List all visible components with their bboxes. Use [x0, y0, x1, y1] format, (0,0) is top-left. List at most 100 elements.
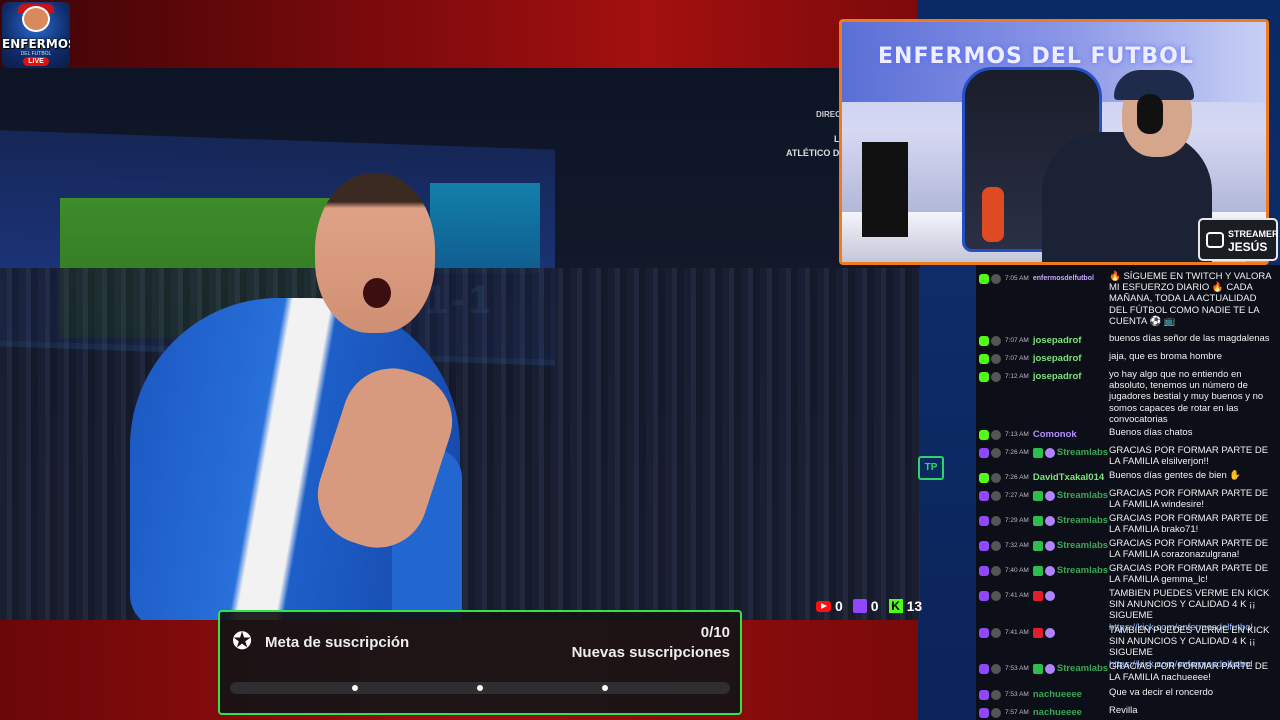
- chat-message-meta: 7:13 AM Comonok: [979, 429, 1077, 440]
- chat-timestamp: 7:26 AM: [1005, 474, 1029, 481]
- kick-icon: [979, 429, 989, 440]
- live-badge: LIVE: [23, 57, 49, 66]
- partner-badge-icon: [1044, 447, 1055, 458]
- avatar: [991, 273, 1001, 284]
- chat-username[interactable]: Streamlabs: [1057, 540, 1108, 551]
- avatar: [991, 447, 1001, 458]
- avatar: [991, 515, 1001, 526]
- avatar: [991, 663, 1001, 674]
- live-label: DIREC: [816, 110, 841, 119]
- chat-username[interactable]: Streamlabs: [1057, 490, 1108, 501]
- chat-message-text: buenos días señor de las magdalenas: [1109, 333, 1270, 344]
- chat-message-meta: 7:32 AM Streamlabs: [979, 540, 1108, 551]
- twitch-icon: [979, 707, 989, 718]
- chat-message-meta: 7:41 AM: [979, 627, 1055, 638]
- verified-badge-icon: [1032, 663, 1043, 674]
- top-banner: [0, 0, 920, 68]
- verified-badge-icon: [1032, 447, 1043, 458]
- broadcaster-badge-icon: [1032, 627, 1043, 638]
- microphone-icon: [982, 187, 1004, 242]
- twitch-icon: [852, 599, 867, 613]
- chat-message-meta: 7:07 AM josepadrof: [979, 353, 1081, 364]
- headset-icon: [1137, 94, 1163, 134]
- chat-username[interactable]: DavidTxakal014: [1033, 472, 1104, 483]
- chat-message-meta: 7:53 AM nachueeee: [979, 689, 1082, 700]
- kick-icon: [979, 472, 989, 483]
- chat-message-text: GRACIAS POR FORMAR PARTE DE LA FAMILIA w…: [1109, 488, 1269, 511]
- chat-message-meta: 7:05 AM enfermosdelfutbol: [979, 273, 1094, 284]
- logo-mascot-icon: [22, 6, 50, 32]
- chat-message-text: Revilla: [1109, 705, 1138, 716]
- chat-message-text: jaja, que es broma hombre: [1109, 351, 1223, 362]
- youtube-viewers: 0: [835, 598, 843, 614]
- chat-username[interactable]: Comonok: [1033, 429, 1077, 440]
- goal-milestone-dot: [352, 685, 358, 691]
- chat-timestamp: 7:13 AM: [1005, 431, 1029, 438]
- chat-message-meta: 7:41 AM: [979, 590, 1055, 601]
- streamer-figure: [1042, 132, 1212, 262]
- streamer-name-tag: STREAMER JESÚS: [1198, 218, 1279, 261]
- chat-username[interactable]: josepadrof: [1033, 335, 1082, 346]
- chat-timestamp: 7:05 AM: [1005, 275, 1029, 282]
- chat-username[interactable]: Streamlabs: [1057, 663, 1108, 674]
- chat-username[interactable]: Streamlabs: [1057, 565, 1108, 576]
- player-mouth: [363, 278, 391, 308]
- broadcast-video[interactable]: 1-1 DIREC L ATLÉTICO DE I: [0, 68, 920, 620]
- avatar: [991, 429, 1001, 440]
- avatar: [991, 707, 1001, 718]
- twitch-icon: [979, 663, 989, 674]
- chat-timestamp: 7:41 AM: [1005, 592, 1029, 599]
- tp-badge: TP: [918, 456, 944, 480]
- kick-icon: [979, 335, 989, 346]
- chat-message-meta: 7:26 AM DavidTxakal014: [979, 472, 1104, 483]
- youtube-icon: [816, 600, 831, 612]
- kick-icon: K: [888, 599, 903, 613]
- goal-progress-bar: [230, 682, 730, 694]
- twitch-icon: [979, 565, 989, 576]
- chat-timestamp: 7:32 AM: [1005, 542, 1029, 549]
- subscription-goal: ✪ Meta de suscripción 0/10 Nuevas suscri…: [218, 610, 742, 715]
- twitch-icon: [979, 447, 989, 458]
- chat-message-meta: 7:27 AM Streamlabs: [979, 490, 1108, 501]
- partner-badge-icon: [1044, 515, 1055, 526]
- chat-timestamp: 7:41 AM: [1005, 629, 1029, 636]
- chat-message-text: Que va decir el roncerdo: [1109, 687, 1214, 698]
- chat-username[interactable]: nachueeee: [1033, 707, 1082, 718]
- twitch-icon: [979, 540, 989, 551]
- chat-timestamp: 7:53 AM: [1005, 665, 1029, 672]
- camera-icon: [1206, 232, 1224, 248]
- streamer-tag-line-2: JESÚS: [1228, 240, 1268, 254]
- stadium-scoreboard: [430, 183, 540, 273]
- kick-viewers: 13: [906, 598, 923, 614]
- twitch-icon: [979, 490, 989, 501]
- chat-timestamp: 7:12 AM: [1005, 373, 1029, 380]
- chat-username[interactable]: enfermosdelfutbol: [1033, 273, 1094, 284]
- chat-username[interactable]: josepadrof: [1033, 353, 1082, 364]
- partner-badge-icon: [1044, 540, 1055, 551]
- goal-milestone-dot: [602, 685, 608, 691]
- chat-message-text: 🔥 SÍGUEME EN TWITCH Y VALORA MI ESFUERZO…: [1109, 271, 1272, 327]
- chat-message-text: yo hay algo que no entiendo en absoluto,…: [1109, 369, 1264, 425]
- chat-username[interactable]: nachueeee: [1033, 689, 1082, 700]
- chat-timestamp: 7:29 AM: [1005, 517, 1029, 524]
- chat-message-text: GRACIAS POR FORMAR PARTE DE LA FAMILIA b…: [1109, 513, 1269, 536]
- chat-message-meta: 7:12 AM josepadrof: [979, 371, 1081, 382]
- avatar: [991, 540, 1001, 551]
- avatar: [991, 353, 1001, 364]
- star-icon: ✪: [232, 628, 253, 655]
- viewer-counters: 0 0 K 13: [816, 596, 928, 616]
- chat-username[interactable]: josepadrof: [1033, 371, 1082, 382]
- verified-badge-icon: [1032, 490, 1043, 501]
- twitch-icon: [979, 689, 989, 700]
- chat-message-text: GRACIAS POR FORMAR PARTE DE LA FAMILIA e…: [1109, 445, 1269, 468]
- chat-username[interactable]: Streamlabs: [1057, 447, 1108, 458]
- chat-message-text: Buenos días gentes de bien ✋: [1109, 470, 1242, 481]
- chat-username[interactable]: Streamlabs: [1057, 515, 1108, 526]
- kick-icon: [979, 273, 989, 284]
- chat-message-meta: 7:53 AM Streamlabs: [979, 663, 1108, 674]
- chat-timestamp: 7:07 AM: [1005, 337, 1029, 344]
- player-head: [315, 173, 435, 333]
- chat-panel[interactable]: 7:05 AM enfermosdelfutbol 🔥 SÍGUEME EN TWI…: [976, 265, 1280, 720]
- verified-badge-icon: [1032, 515, 1043, 526]
- chat-message-text: GRACIAS POR FORMAR PARTE DE LA FAMILIA n…: [1109, 661, 1269, 684]
